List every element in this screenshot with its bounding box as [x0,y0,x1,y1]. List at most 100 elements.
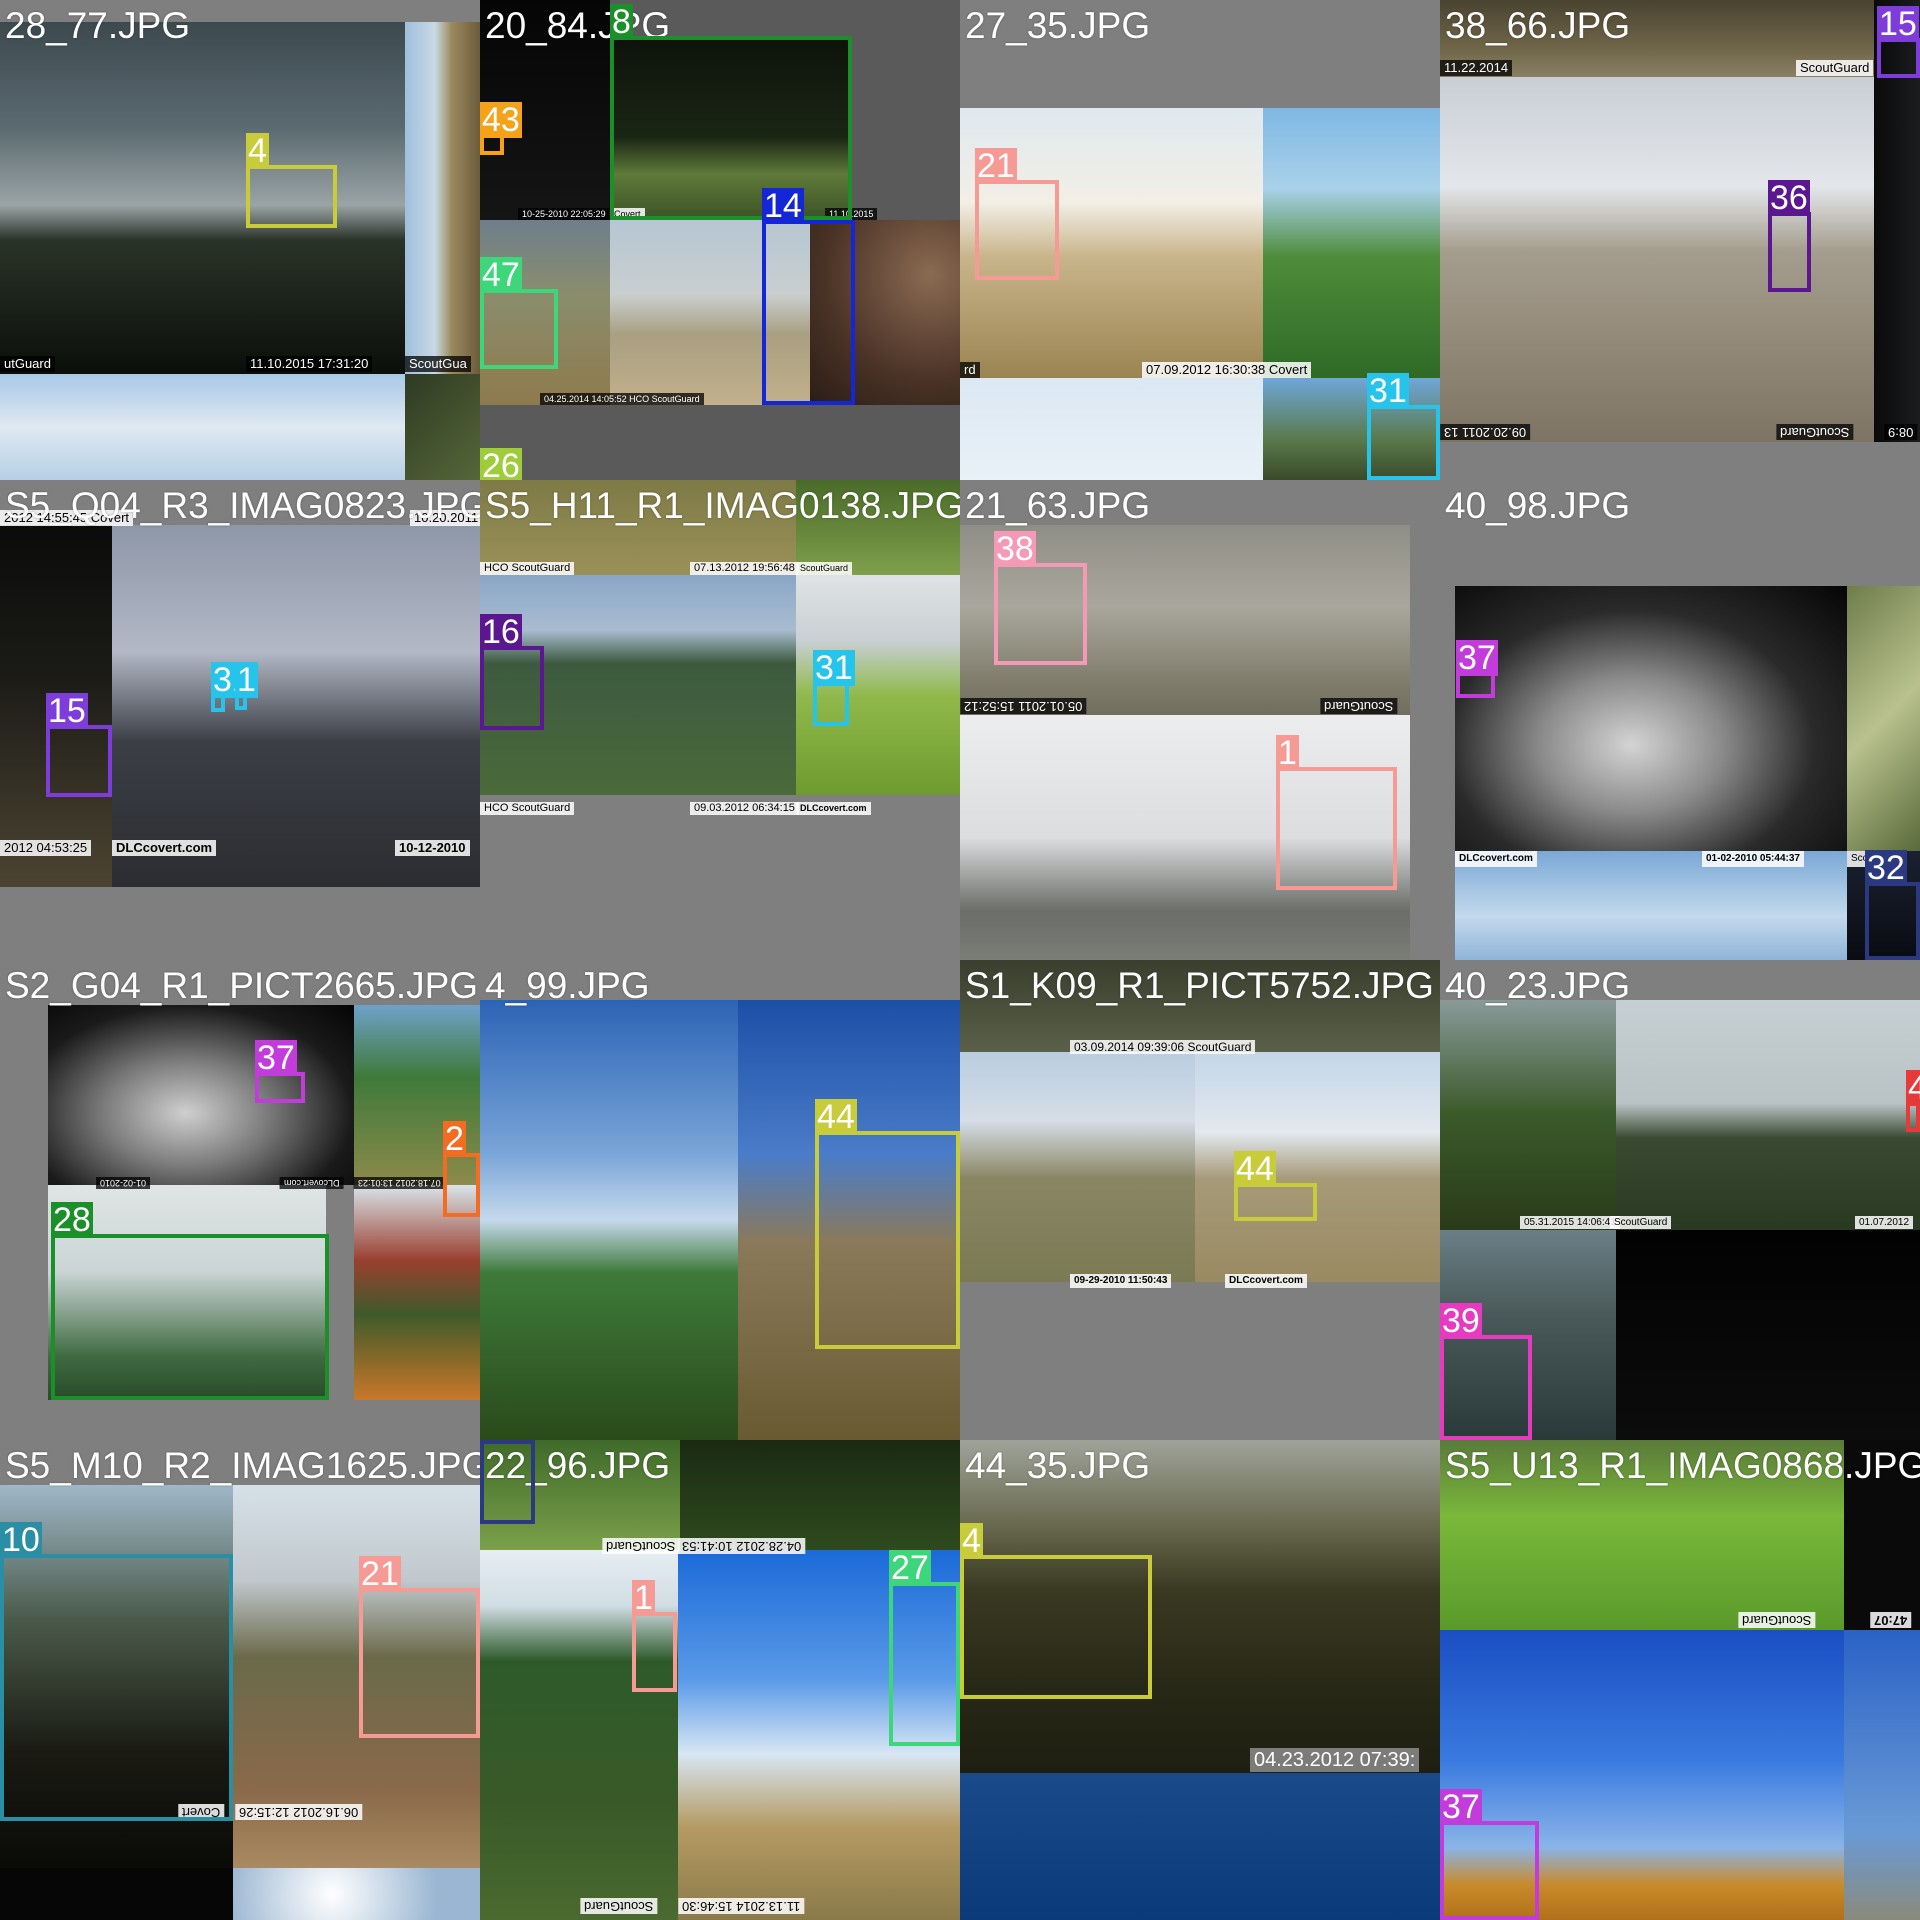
detection-class-label: 31 [1367,372,1409,410]
timestamp-stamp: 10-25-2010 22:05:29 [518,208,610,220]
photo-cloudy-sky [1455,851,1847,960]
detection-class-label: 37 [255,1039,297,1077]
tile-filename: S1_K09_R1_PICT5752.JPG [965,965,1434,1006]
photo-lion-resting [1195,1052,1440,1282]
timestamp-stamp: 11.22.2014 [1440,60,1513,76]
tile-filename: S5_Q04_R3_IMAG0823.JPG [5,485,480,526]
timestamp-stamp: 07.09.2012 16:30:38 Covert [1142,362,1312,378]
detection-class-label: 38 [994,530,1036,568]
detection-class-label: 27 [889,1549,931,1587]
timestamp-stamp: 10-12-2010 [395,840,470,856]
detection-box: 31 [1367,373,1440,480]
timestamp-stamp: DLcovert.com [280,1177,344,1189]
detection-box: 37 [255,1040,305,1103]
detection-box: 47 [480,257,558,369]
timestamp-stamp: ScoutGuard [1796,60,1874,76]
photo-sky-panel [0,374,405,480]
photo-misty-field [1616,1000,1920,1230]
mosaic-tile: rd 07.09.2012 16:30:38 Covert 27_35.JPG … [960,0,1440,480]
timestamp-stamp: 05.01.2011 15:52:12 [960,698,1087,714]
mosaic-tile: 2012 14:55:45 Covert 10.20.2011 2012 04:… [0,480,480,960]
photo-blue-sky-edge [1844,1630,1920,1920]
mosaic-tile: 10-25-2010 22:05:29 Covert 04.25.2014 14… [480,0,960,480]
detection-box: 37 [1456,640,1498,698]
timestamp-stamp: rd [960,362,980,378]
detection-box: 16 [480,614,544,730]
detection-class-label: 37 [1440,1788,1482,1826]
photo-pale-sky [960,378,1263,480]
mosaic-tile: 01-02-2010 DLcovert.com 07.18.2012 13:01… [0,960,480,1440]
tile-filename: S2_G04_R1_PICT2665.JPG [5,965,479,1006]
tile-filename: 27_35.JPG [965,5,1151,46]
detection-box: 2 [443,1121,480,1217]
timestamp-stamp: ScoutGuard [1610,1216,1672,1229]
mosaic-tile: Covert 06.16.2012 12:15:26 S5_M10_R2_IMA… [0,1440,480,1920]
timestamp-stamp: 07.18.2012 13:01:23 [354,1177,445,1189]
timestamp-stamp: HCO ScoutGuard [480,562,575,575]
mosaic-tile: ScoutGuard 04.28.2012 10:41:53 ScoutGuar… [480,1440,960,1920]
timestamp-stamp: 47:07 [1870,1612,1912,1628]
detection-class-label: 21 [975,147,1017,185]
detection-box: 44 [815,1099,960,1349]
detection-class-label: 1 [235,661,258,699]
detection-class-label: 15 [1877,5,1919,43]
detection-class-label: 28 [51,1201,93,1239]
detection-box: 36 [1768,180,1811,292]
detection-class-label: 1 [632,1579,655,1617]
photo-grass-panel [405,22,480,374]
timestamp-stamp: ScoutGuard [1738,1612,1816,1628]
timestamp-stamp: 09.03.2012 06:34:15 [690,802,799,815]
timestamp-stamp: DLCcovert.com [112,840,217,856]
mosaic-tile: 04.23.2012 07:39: 44_35.JPG 4 [960,1440,1440,1920]
timestamp-stamp: ScoutGuard [796,562,853,575]
tile-filename: 28_77.JPG [5,5,191,46]
detection-class-label: 21 [359,1555,401,1593]
timestamp-stamp: 04.28.2012 10:41:53 [678,1538,806,1554]
detection-class-label: 15 [46,692,88,730]
timestamp-stamp: 04.25.2014 14:05:52 HCO ScoutGuard [540,393,704,405]
timestamp-stamp: DLCcovert.com [796,802,871,815]
timestamp-stamp: 07.13.2012 19:56:48 [690,562,799,575]
detection-class-label: 16 [480,613,522,651]
timestamp-stamp: 01-02-2010 [96,1177,151,1189]
detection-class-label: 4 [246,132,269,170]
detection-box: 32 [1865,850,1920,960]
photo-night-black [1616,1230,1920,1440]
detection-class-label: 44 [815,1098,857,1136]
photo-palm-leaves [1847,586,1920,851]
detection-class-label: 14 [762,187,804,225]
detection-box: 27 [889,1550,960,1746]
detection-box: 4 [246,133,337,228]
tile-filename: S5_U13_R1_IMAG0868.JPG [1445,1445,1920,1486]
timestamp-stamp: DLCcovert.com [1455,851,1537,867]
mosaic-tile: ScoutGuard 47:07 S5_U13_R1_IMAG0868.JPG … [1440,1440,1920,1920]
photo-blue-sky-grass [480,1000,738,1440]
tile-filename: 21_63.JPG [965,485,1151,526]
detection-class-label: 44 [1234,1150,1276,1188]
tile-filename: 38_66.JPG [1445,5,1631,46]
detection-box: 15 [46,693,112,797]
timestamp-stamp: ScoutGua [405,356,471,372]
detection-class-label: 1 [1276,734,1299,772]
detection-class-label: 4 [960,1522,983,1560]
detection-class-label: 37 [1456,639,1498,677]
timestamp-stamp: 01-02-2010 05:44:37 [1702,851,1804,867]
mosaic-tile: HCO ScoutGuard 07.13.2012 19:56:48 Scout… [480,480,960,960]
timestamp-stamp: ScoutGuard [1320,698,1398,714]
photo-green-grass [1263,108,1440,378]
detection-box: 1 [632,1580,677,1692]
tile-filename: 4_99.JPG [485,965,650,1006]
photo-bright-sky [233,1868,480,1920]
detection-class-label: 26 [480,448,522,480]
detection-class-label: 39 [1440,1302,1482,1340]
photo-dusk-savanna [0,22,405,374]
tile-filename: S5_H11_R1_IMAG0138.JPG [485,485,960,526]
mosaic-tile: DLCcovert.com 01-02-2010 05:44:37 Scou 4… [1440,480,1920,960]
detection-class-label: 36 [1768,179,1810,217]
detection-box: 31 [211,662,253,712]
detection-box: 21 [975,148,1059,280]
detection-box: 1 [1276,735,1397,890]
photo-dark-bottom [0,1868,233,1920]
mosaic-tile: utGuard 11.10.2015 17:31:20 ScoutGua 28_… [0,0,480,480]
detection-box: 28 [51,1202,329,1400]
